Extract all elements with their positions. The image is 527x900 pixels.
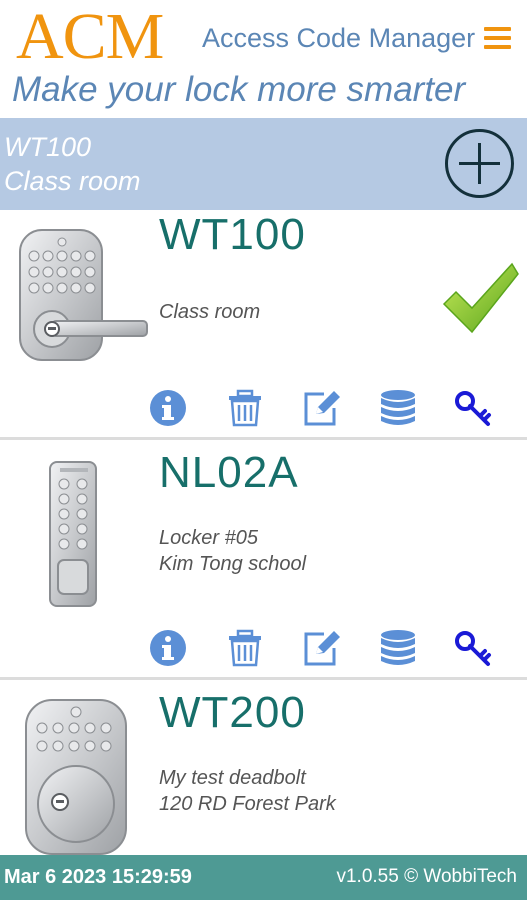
green-checkmark-icon: [442, 262, 519, 334]
trash-icon[interactable]: [225, 628, 265, 668]
key-icon[interactable]: [454, 388, 494, 428]
info-icon[interactable]: [148, 388, 188, 428]
device-description: My test deadbolt: [159, 767, 306, 789]
database-icon[interactable]: [378, 628, 418, 668]
database-icon[interactable]: [378, 388, 418, 428]
deadbolt-lock-image: [25, 699, 127, 855]
selected-device-code: WT100: [4, 132, 92, 162]
app-tagline: Make your lock more smarter: [12, 70, 466, 109]
trash-icon[interactable]: [225, 388, 265, 428]
app-header: ACM Access Code Manager Make your lock m…: [0, 0, 527, 118]
edit-icon[interactable]: [302, 628, 342, 668]
app-title: Access Code Manager: [202, 23, 476, 53]
device-code: WT200: [159, 688, 306, 737]
device-card[interactable]: WT200 My test deadbolt 120 RD Forest Par…: [0, 680, 527, 855]
app-logo: ACM: [16, 0, 164, 73]
lever-lock-image: [19, 229, 148, 361]
hamburger-menu-icon[interactable]: [484, 27, 511, 51]
status-footer: Mar 6 2023 15:29:59 v1.0.55 © WobbiTech: [0, 855, 527, 900]
info-icon[interactable]: [148, 628, 188, 668]
device-code: NL02A: [159, 448, 299, 497]
device-description: 120 RD Forest Park: [159, 793, 336, 815]
device-card[interactable]: NL02A Locker #05 Kim Tong school: [0, 440, 527, 677]
device-card[interactable]: WT100 Class room: [0, 210, 527, 437]
device-description: Locker #05: [159, 527, 258, 549]
key-icon[interactable]: [454, 628, 494, 668]
selected-device-name: Class room: [4, 166, 141, 196]
device-code: WT100: [159, 210, 306, 259]
app-version: v1.0.55 © WobbiTech: [336, 866, 517, 887]
device-description: Kim Tong school: [159, 553, 307, 575]
status-datetime: Mar 6 2023 15:29:59: [4, 866, 192, 888]
keypad-locker-image: [49, 461, 97, 607]
edit-icon[interactable]: [302, 388, 342, 428]
add-device-button[interactable]: [443, 127, 516, 200]
device-description: Class room: [159, 301, 261, 323]
